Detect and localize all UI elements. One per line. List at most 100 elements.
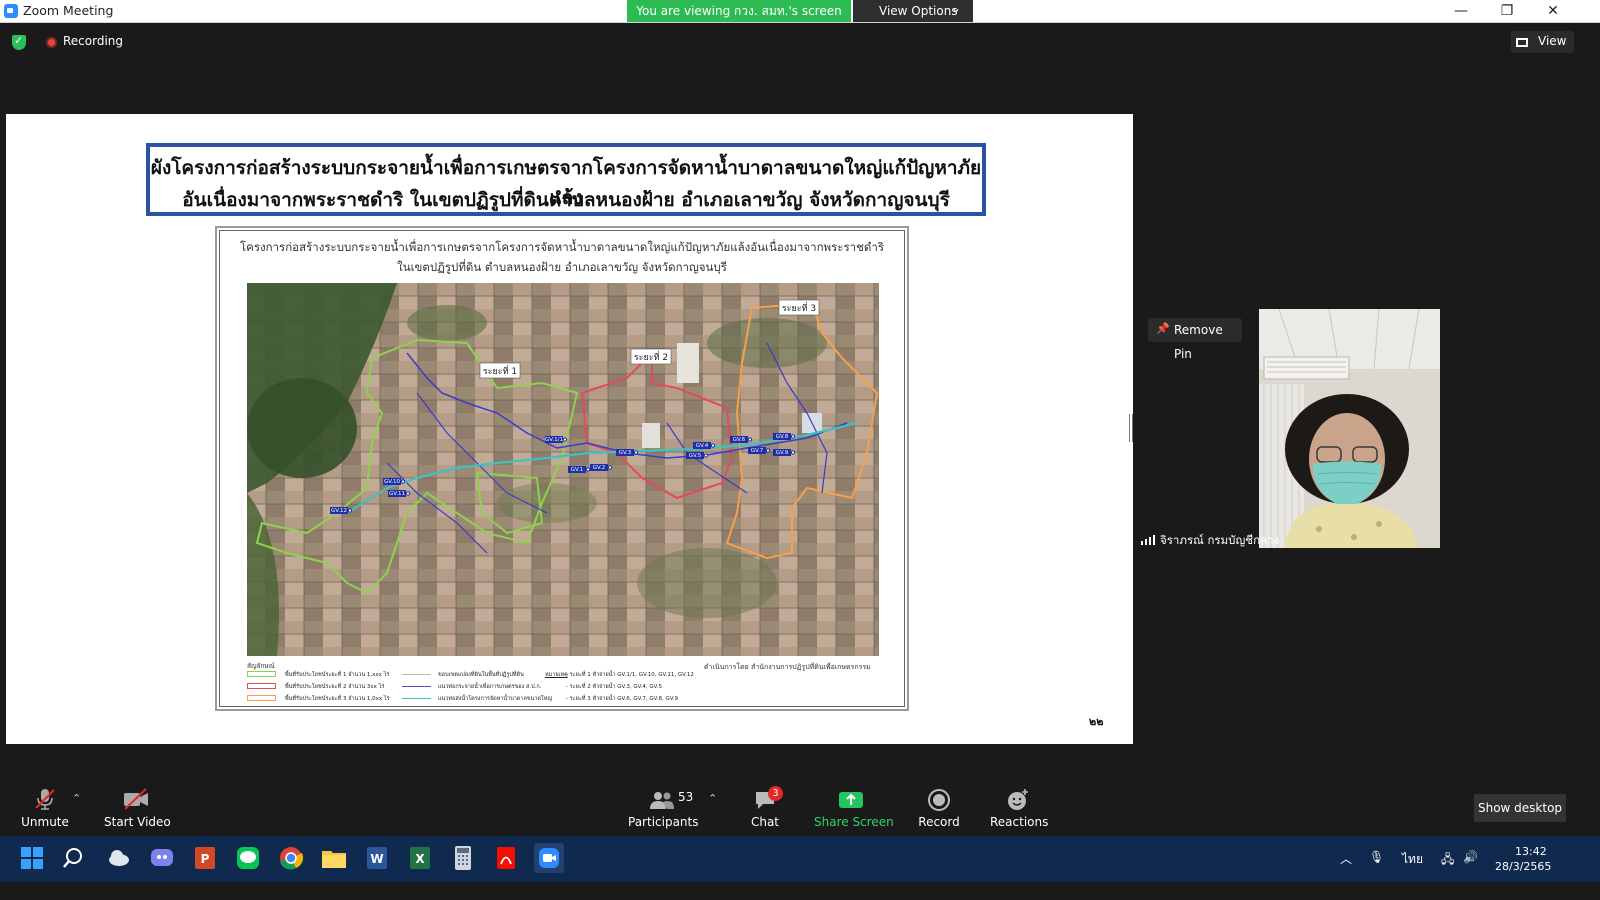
phase-label-1: ระยะที่ 1 (479, 362, 521, 379)
participants-button[interactable]: 53 Participants (628, 787, 699, 829)
view-options-button[interactable]: View Options (853, 0, 973, 22)
participants-label: Participants (628, 815, 699, 829)
svg-text:W: W (370, 852, 383, 866)
slide-title-box: ผังโครงการก่อสร้างระบบกระจายน้ำเพื่อการเ… (146, 143, 986, 216)
audio-options-caret-icon[interactable]: ⌃ (72, 792, 81, 805)
calculator-icon[interactable] (448, 843, 478, 873)
teams-chat-icon[interactable] (147, 843, 177, 873)
aerial-map-image: ระยะที่ 1 ระยะที่ 2 ระยะที่ 3 GV.1 GV.2 GV… (247, 283, 879, 656)
reactions-smiley-icon (1008, 789, 1028, 810)
microphone-tray-icon[interactable]: 🎙 (1369, 850, 1384, 864)
share-screen-label: Share Screen (814, 815, 894, 829)
share-screen-icon (839, 792, 863, 808)
video-off-icon (124, 788, 148, 810)
participant-name-label: จิราภรณ์ กรมบัญชีกลาง (1160, 533, 1280, 547)
recording-dot-icon (46, 37, 57, 48)
unmute-button[interactable]: Unmute (20, 787, 70, 829)
reactions-label: Reactions (990, 815, 1049, 829)
legend-line-label: แนวท่อกระจายน้ำเพื่อการเกษตรของ ส.ป.ก. (438, 684, 542, 690)
taskbar-clock-time[interactable]: 13:42 (1515, 845, 1547, 858)
svg-text:P: P (201, 852, 210, 866)
record-button[interactable]: Record (916, 787, 962, 829)
pin-icon: 📌 (1156, 322, 1170, 335)
legend-gates-title: หมายเหตุ (545, 672, 568, 678)
close-button[interactable]: ✕ (1530, 0, 1576, 22)
word-icon[interactable]: W (362, 843, 392, 873)
legend-swatch (247, 671, 276, 677)
share-screen-button[interactable]: Share Screen (814, 787, 894, 829)
encryption-shield-icon[interactable] (12, 34, 26, 50)
acrobat-icon[interactable] (491, 843, 521, 873)
gate-valve-label: GV.12 (331, 508, 347, 514)
gate-valve-label: GV.1 (571, 467, 584, 473)
gate-valve-label: GV.7 (751, 448, 764, 454)
svg-text:X: X (415, 852, 425, 866)
chat-label: Chat (750, 815, 780, 829)
grid-view-icon (1516, 38, 1528, 47)
reactions-button[interactable]: Reactions (990, 787, 1049, 829)
legend-gate-item: - ระยะที่ 3 หัวจ่ายน้ำ GV.6, GV.7, GV.8,… (566, 696, 679, 702)
recording-label[interactable]: Recording (63, 34, 123, 48)
line-app-icon[interactable] (233, 843, 263, 873)
phase-label-3: ระยะที่ 3 (778, 299, 820, 316)
search-icon[interactable] (60, 843, 90, 873)
tray-overflow-chevron-icon[interactable]: ︿ (1340, 850, 1352, 867)
legend-area-label: พื้นที่รับประโยชน์ระยะที่ 1 จำนวน 1,xxx … (285, 672, 390, 678)
legend-area-label: พื้นที่รับประโยชน์ระยะที่ 2 จำนวน 3xx ไร… (285, 684, 385, 690)
viewing-screen-banner: You are viewing กวง. สมท.'s screen (627, 0, 851, 22)
meeting-toolbar (0, 778, 1600, 833)
map-credit: ดำเนินการโดย สำนักงานการปฏิรูปที่ดินเพื่… (704, 663, 871, 671)
map-heading-line-1: โครงการก่อสร้างระบบกระจายน้ำเพื่อการเกษต… (239, 240, 885, 254)
gate-valve-label: GV.9 (776, 450, 789, 456)
window-title: Zoom Meeting (23, 3, 114, 18)
panel-resize-handle[interactable] (1129, 414, 1133, 442)
file-explorer-icon[interactable] (319, 843, 349, 873)
windows-start-icon[interactable] (17, 843, 47, 873)
show-desktop-button[interactable]: Show desktop (1474, 794, 1566, 822)
participant-video-tile[interactable] (1259, 309, 1440, 548)
network-icon[interactable]: 🖧 (1441, 850, 1454, 871)
excel-icon[interactable]: X (405, 843, 435, 873)
language-indicator[interactable]: ไทย (1402, 850, 1423, 869)
legend-line-swatch (402, 686, 431, 687)
gate-valve-label: GV.5 (689, 453, 702, 459)
zoom-app-icon (4, 4, 18, 18)
participant-video-frame (1259, 309, 1440, 548)
gate-valve-label: GV.8 (776, 434, 789, 440)
map-heading-line-2: ในเขตปฏิรูปที่ดิน ตำบลหนองฝ้าย อำเภอเลาข… (397, 260, 727, 274)
participants-options-caret-icon[interactable]: ⌃ (708, 792, 717, 805)
volume-icon[interactable]: 🔊 (1463, 850, 1478, 864)
legend-swatch (247, 695, 276, 701)
legend-line-label: ขอบเขตแปลงที่ดินในพื้นที่ปฏิรูปที่ดิน (438, 672, 524, 678)
start-video-button[interactable]: Start Video (104, 787, 171, 829)
legend-gates-list: - ระยะที่ 1 หัวจ่ายน้ำ GV.1/1, GV.10, GV… (566, 671, 694, 707)
maximize-button[interactable]: ❐ (1484, 0, 1530, 22)
zoom-taskbar-icon[interactable] (534, 843, 564, 873)
gate-valve-label: GV.1/1 (545, 437, 563, 443)
gate-valve-label: GV.6 (733, 437, 746, 443)
legend-area-label: พื้นที่รับประโยชน์ระยะที่ 3 จำนวน 1,0xx … (285, 696, 390, 702)
start-video-label: Start Video (104, 815, 171, 829)
legend-swatch (247, 683, 276, 689)
legend-line-swatch (402, 674, 431, 675)
taskbar-clock-date[interactable]: 28/3/2565 (1495, 860, 1551, 873)
gate-valve-label: GV.2 (593, 465, 606, 471)
legend-gate-item: - ระยะที่ 1 หัวจ่ายน้ำ GV.1/1, GV.10, GV… (566, 672, 694, 678)
powerpoint-icon[interactable]: P (190, 843, 220, 873)
legend-gate-item: - ระยะที่ 2 หัวจ่ายน้ำ GV.3, GV.4, GV.5 (566, 684, 662, 690)
gate-valve-label: GV.4 (696, 443, 709, 449)
gate-valve-label: GV.10 (384, 479, 401, 485)
slide-title-line-2: อันเนื่องมาจากพระราชดำริ ในเขตปฏิรูปที่ด… (182, 189, 950, 211)
participants-count: 53 (678, 790, 694, 804)
record-icon (928, 789, 950, 811)
gate-valve-label: GV.3 (619, 450, 632, 456)
weather-cloud-icon[interactable] (104, 843, 134, 873)
gate-valve-label: GV.11 (389, 491, 405, 497)
participants-icon (650, 792, 674, 809)
chat-unread-badge: 3 (768, 786, 783, 801)
legend-title: สัญลักษณ์ (247, 662, 275, 670)
chrome-icon[interactable] (276, 843, 306, 873)
unmute-label: Unmute (21, 815, 69, 829)
record-label: Record (918, 815, 960, 829)
minimize-button[interactable]: — (1438, 0, 1484, 22)
